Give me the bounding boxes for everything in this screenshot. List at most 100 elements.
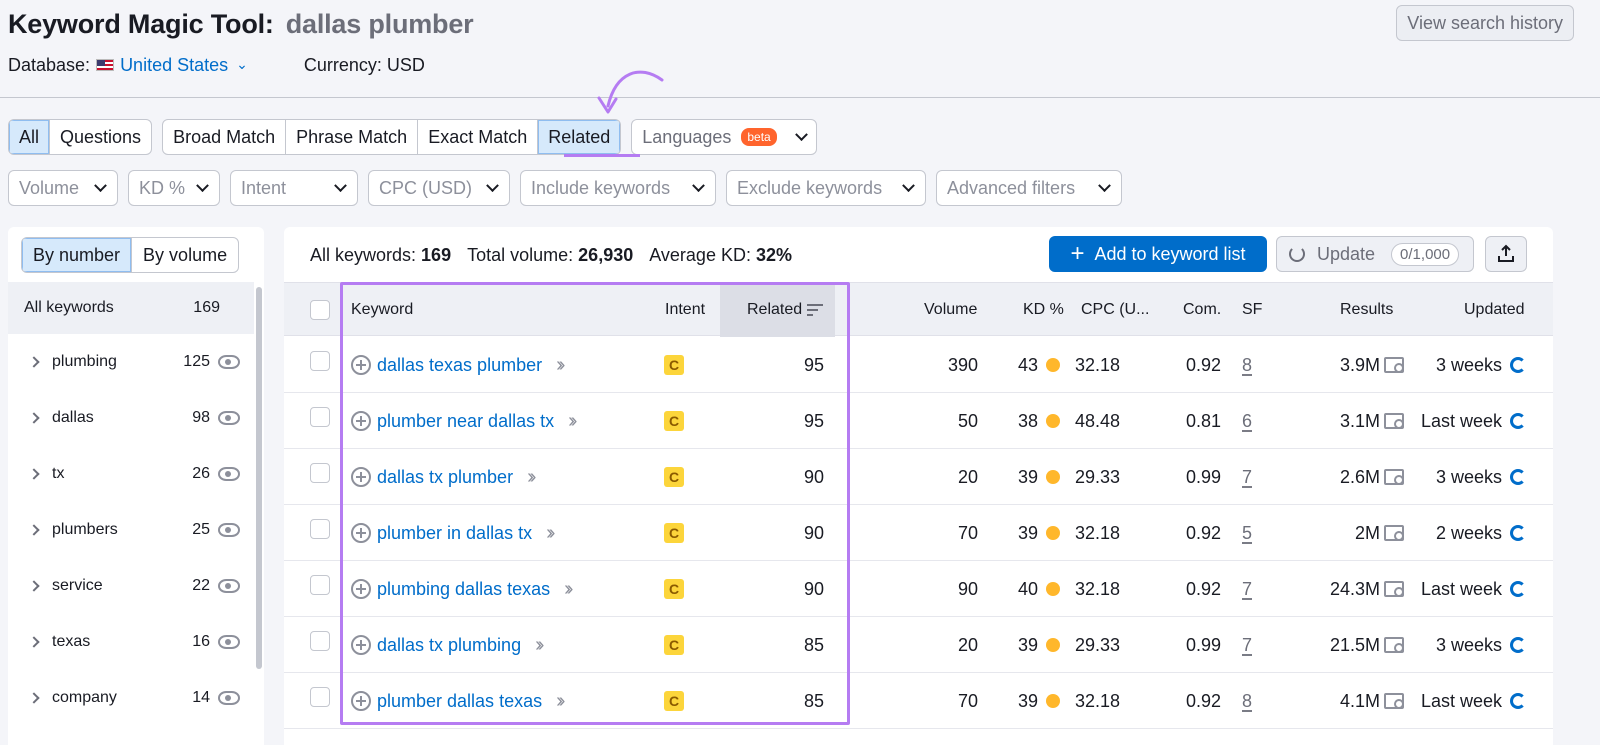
filter-kd[interactable]: KD %	[128, 170, 220, 206]
group-item[interactable]: plumbers 25	[8, 502, 254, 558]
column-volume[interactable]: Volume	[924, 283, 977, 337]
column-updated[interactable]: Updated	[1464, 283, 1525, 337]
serp-icon[interactable]	[1384, 693, 1404, 709]
group-item[interactable]: texas 16	[8, 614, 254, 670]
update-icon[interactable]	[1510, 413, 1526, 429]
sf-value[interactable]: 7	[1242, 635, 1252, 656]
view-search-history-button[interactable]: View search history	[1396, 5, 1574, 41]
sf-value[interactable]: 7	[1242, 579, 1252, 600]
add-circle-icon[interactable]	[351, 523, 371, 543]
row-checkbox[interactable]	[310, 687, 330, 707]
eye-icon[interactable]	[218, 355, 240, 369]
add-circle-icon[interactable]	[351, 355, 371, 375]
group-item[interactable]: plumbing 125	[8, 334, 254, 390]
groups-scrollbar[interactable]	[256, 287, 262, 669]
sf-value[interactable]: 5	[1242, 523, 1252, 544]
row-checkbox[interactable]	[310, 407, 330, 427]
chevron-right-icon[interactable]	[28, 356, 40, 368]
keyword-link[interactable]: dallas texas plumber	[377, 355, 542, 376]
serp-icon[interactable]	[1384, 525, 1404, 541]
update-icon[interactable]	[1510, 693, 1526, 709]
serp-icon[interactable]	[1384, 637, 1404, 653]
keyword-link[interactable]: dallas tx plumbing	[377, 635, 521, 656]
eye-icon[interactable]	[218, 467, 240, 481]
keyword-link[interactable]: plumber dallas texas	[377, 691, 542, 712]
export-button[interactable]	[1485, 236, 1527, 272]
chevron-right-icon[interactable]	[28, 580, 40, 592]
double-chevron-icon[interactable]: ››	[546, 522, 556, 545]
add-circle-icon[interactable]	[351, 691, 371, 711]
select-all-checkbox[interactable]	[310, 300, 330, 320]
serp-icon[interactable]	[1384, 357, 1404, 373]
filter-include-keywords[interactable]: Include keywords	[520, 170, 716, 206]
update-button[interactable]: Update 0/1,000	[1276, 236, 1474, 272]
sort-icon[interactable]	[807, 304, 823, 316]
chevron-right-icon[interactable]	[28, 524, 40, 536]
group-item[interactable]: tx 26	[8, 446, 254, 502]
column-com[interactable]: Com.	[1183, 283, 1221, 337]
update-icon[interactable]	[1510, 581, 1526, 597]
add-circle-icon[interactable]	[351, 467, 371, 487]
chevron-right-icon[interactable]	[28, 636, 40, 648]
filter-advanced[interactable]: Advanced filters	[936, 170, 1122, 206]
row-checkbox[interactable]	[310, 631, 330, 651]
sf-value[interactable]: 8	[1242, 691, 1252, 712]
column-results[interactable]: Results	[1340, 283, 1393, 337]
by-number-button[interactable]: By number	[22, 238, 132, 272]
keyword-link[interactable]: plumbing dallas texas	[377, 579, 550, 600]
eye-icon[interactable]	[218, 579, 240, 593]
eye-icon[interactable]	[218, 691, 240, 705]
sf-value[interactable]: 8	[1242, 355, 1252, 376]
double-chevron-icon[interactable]: ››	[568, 410, 578, 433]
double-chevron-icon[interactable]: ››	[556, 354, 566, 377]
sf-value[interactable]: 6	[1242, 411, 1252, 432]
double-chevron-icon[interactable]: ››	[564, 578, 574, 601]
filter-intent[interactable]: Intent	[230, 170, 358, 206]
add-circle-icon[interactable]	[351, 411, 371, 431]
add-to-keyword-list-button[interactable]: + Add to keyword list	[1049, 236, 1267, 272]
tab-related[interactable]: Related	[538, 120, 621, 154]
chevron-right-icon[interactable]	[28, 692, 40, 704]
column-sf[interactable]: SF	[1242, 283, 1262, 337]
add-circle-icon[interactable]	[351, 635, 371, 655]
tab-questions[interactable]: Questions	[50, 120, 151, 154]
group-item[interactable]: dallas 98	[8, 390, 254, 446]
tab-all[interactable]: All	[9, 120, 51, 154]
all-keywords-group[interactable]: All keywords 169	[8, 282, 254, 334]
eye-icon[interactable]	[218, 635, 240, 649]
chevron-right-icon[interactable]	[28, 468, 40, 480]
filter-volume[interactable]: Volume	[8, 170, 118, 206]
chevron-down-icon[interactable]: ⌄	[236, 56, 248, 73]
column-intent[interactable]: Intent	[665, 283, 705, 337]
column-kd[interactable]: KD %	[1023, 283, 1064, 337]
tab-broad-match[interactable]: Broad Match	[163, 120, 287, 154]
keyword-link[interactable]: plumber in dallas tx	[377, 523, 532, 544]
row-checkbox[interactable]	[310, 519, 330, 539]
database-selector[interactable]: United States	[120, 55, 228, 76]
column-cpc[interactable]: CPC (U...	[1081, 283, 1149, 337]
update-icon[interactable]	[1510, 525, 1526, 541]
eye-icon[interactable]	[218, 411, 240, 425]
keyword-link[interactable]: dallas tx plumber	[377, 467, 513, 488]
filter-cpc[interactable]: CPC (USD)	[368, 170, 510, 206]
serp-icon[interactable]	[1384, 413, 1404, 429]
tab-phrase-match[interactable]: Phrase Match	[286, 120, 419, 154]
serp-icon[interactable]	[1384, 469, 1404, 485]
chevron-right-icon[interactable]	[28, 412, 40, 424]
column-related[interactable]: Related	[720, 283, 835, 337]
update-icon[interactable]	[1510, 357, 1526, 373]
update-icon[interactable]	[1510, 637, 1526, 653]
double-chevron-icon[interactable]: ››	[527, 466, 537, 489]
sf-value[interactable]: 7	[1242, 467, 1252, 488]
double-chevron-icon[interactable]: ››	[535, 634, 545, 657]
languages-dropdown[interactable]: Languages beta	[631, 119, 817, 155]
keyword-link[interactable]: plumber near dallas tx	[377, 411, 554, 432]
group-item[interactable]: service 22	[8, 558, 254, 614]
filter-exclude-keywords[interactable]: Exclude keywords	[726, 170, 926, 206]
row-checkbox[interactable]	[310, 463, 330, 483]
double-chevron-icon[interactable]: ››	[556, 690, 566, 713]
row-checkbox[interactable]	[310, 351, 330, 371]
add-circle-icon[interactable]	[351, 579, 371, 599]
by-volume-button[interactable]: By volume	[131, 238, 238, 272]
tab-exact-match[interactable]: Exact Match	[418, 120, 539, 154]
